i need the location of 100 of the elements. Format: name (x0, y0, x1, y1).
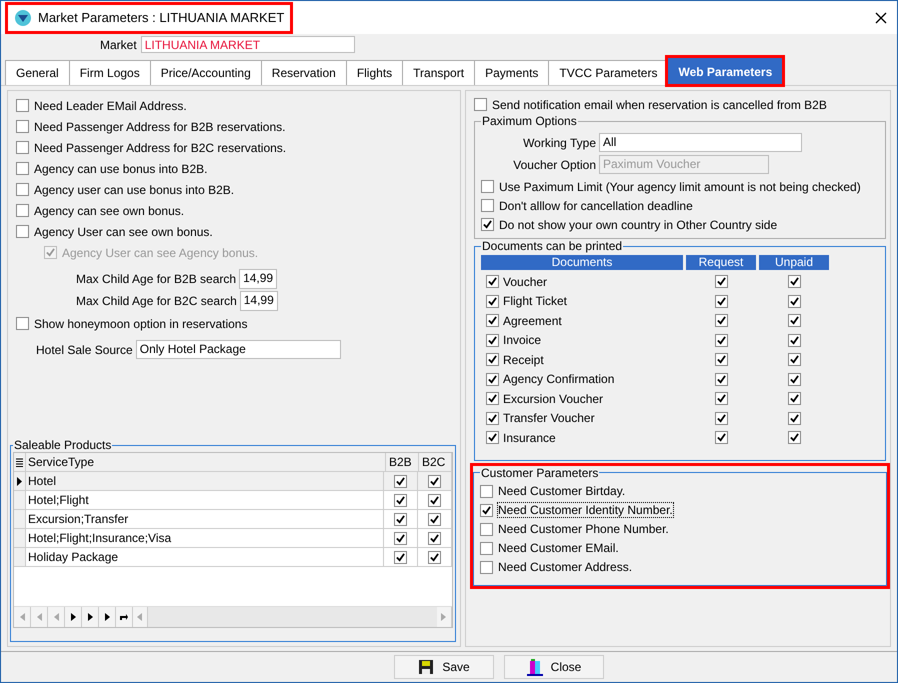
checkbox[interactable] (486, 372, 499, 386)
hotel-sale-source-field[interactable]: Only Hotel Package (136, 340, 341, 359)
table-row[interactable]: Hotel;Flight;Insurance;Visa (14, 529, 452, 548)
checkbox[interactable] (474, 98, 487, 111)
tab[interactable]: Firm Logos (68, 60, 151, 85)
checkbox[interactable] (428, 532, 441, 544)
checkbox[interactable] (16, 317, 29, 330)
tab[interactable]: Flights (346, 60, 404, 85)
checkbox[interactable] (16, 183, 29, 196)
checkbox[interactable] (714, 275, 728, 288)
checkbox[interactable] (788, 392, 800, 406)
navigator-button[interactable] (65, 607, 82, 627)
checkbox[interactable] (481, 180, 494, 193)
tab[interactable]: Reservation (260, 60, 347, 85)
checkbox[interactable] (486, 314, 499, 328)
tab[interactable]: Payments (474, 60, 550, 85)
checkbox[interactable] (428, 550, 441, 564)
checkbox[interactable] (394, 494, 407, 506)
field-label: Hotel Sale Source (36, 342, 133, 356)
checkbox[interactable] (788, 314, 800, 328)
option-label: Don't alllow for cancellation deadline (499, 198, 693, 212)
column-header[interactable]: ServiceType (26, 453, 386, 471)
close-icon[interactable] (875, 12, 887, 24)
checkbox[interactable] (16, 225, 29, 238)
market-field[interactable]: LITHUANIA MARKET (140, 36, 355, 53)
checkbox[interactable] (486, 412, 499, 425)
checkbox[interactable] (486, 275, 499, 288)
document-label: Flight Ticket (503, 294, 568, 308)
checkbox[interactable] (714, 353, 728, 366)
dropdown-field[interactable]: All (599, 133, 802, 152)
table-row[interactable]: Excursion;Transfer (14, 510, 452, 529)
right-triangle-icon (441, 613, 447, 621)
door-exit-icon (526, 658, 543, 676)
checkbox[interactable] (481, 199, 494, 212)
table-cell: Excursion;Transfer (26, 510, 384, 528)
checkbox[interactable] (16, 99, 29, 112)
checkbox[interactable] (714, 294, 728, 308)
checkbox[interactable] (480, 484, 493, 498)
checkbox[interactable] (714, 314, 728, 328)
checkbox[interactable] (714, 392, 728, 406)
checkbox[interactable] (16, 120, 29, 133)
option-label: Agency user can use bonus into B2B. (34, 182, 234, 196)
checkbox[interactable] (428, 474, 441, 488)
navigator-button[interactable] (99, 607, 116, 627)
checkbox[interactable] (394, 532, 407, 544)
checkbox[interactable] (481, 218, 494, 231)
checkbox[interactable] (394, 474, 407, 488)
checkbox[interactable] (788, 275, 800, 288)
checkbox[interactable] (16, 141, 29, 154)
age-field[interactable]: 14,99 (239, 269, 278, 289)
table-row[interactable]: Hotel (14, 472, 452, 491)
checkbox[interactable] (486, 294, 499, 308)
checkbox[interactable] (788, 334, 800, 347)
checkbox[interactable] (788, 294, 800, 308)
checkbox[interactable] (788, 431, 800, 444)
save-button[interactable]: Save (394, 655, 494, 679)
checkbox[interactable] (486, 353, 499, 366)
checkbox[interactable] (480, 560, 493, 574)
checkbox[interactable] (714, 412, 728, 425)
table-cell: Hotel;Flight (26, 491, 384, 509)
group-title: Customer Parameters (480, 466, 600, 480)
checkbox[interactable] (788, 372, 800, 386)
age-field[interactable]: 14,99 (240, 291, 278, 311)
checkbox[interactable] (428, 494, 441, 506)
column-header[interactable]: B2C (419, 453, 452, 471)
checkbox[interactable] (714, 431, 728, 444)
checkbox[interactable] (486, 431, 499, 444)
checkbox[interactable] (714, 372, 728, 386)
refresh-icon (119, 613, 129, 621)
checkbox[interactable] (480, 542, 493, 554)
tab[interactable]: Transport (402, 60, 476, 85)
column-chooser-icon[interactable] (16, 458, 23, 466)
checkbox[interactable] (428, 512, 441, 526)
checkbox[interactable] (394, 550, 407, 564)
checkbox[interactable] (394, 512, 407, 526)
table-row[interactable]: Holiday Package (14, 548, 452, 567)
tab[interactable]: Price/Accounting (150, 60, 262, 85)
option-label: Need Customer Phone Number. (498, 522, 669, 536)
table-row[interactable]: Hotel;Flight (14, 491, 452, 510)
field-label: Voucher Option (512, 158, 596, 172)
checkbox[interactable] (480, 522, 493, 536)
checkbox[interactable] (480, 504, 493, 516)
option-label: Show honeymoon option in reservations (34, 316, 248, 330)
table-cell: Holiday Package (26, 548, 384, 566)
option-label: Need Customer EMail. (498, 541, 619, 555)
checkbox[interactable] (16, 162, 29, 175)
tab[interactable]: General (5, 60, 70, 85)
checkbox[interactable] (788, 412, 800, 425)
close-button[interactable]: Close (504, 655, 604, 679)
checkbox[interactable] (16, 204, 29, 217)
tab[interactable]: Web Parameters (667, 57, 784, 85)
checkbox[interactable] (486, 392, 499, 406)
checkbox[interactable] (486, 334, 499, 347)
window-title: Market Parameters : LITHUANIA MARKET (38, 10, 284, 25)
navigator-button[interactable] (82, 607, 99, 627)
checkbox[interactable] (788, 353, 800, 366)
column-header[interactable]: B2B (386, 453, 419, 471)
checkbox[interactable] (714, 334, 728, 347)
option-label: Need Customer Birtday. (498, 484, 626, 498)
navigator-button[interactable] (116, 607, 133, 627)
